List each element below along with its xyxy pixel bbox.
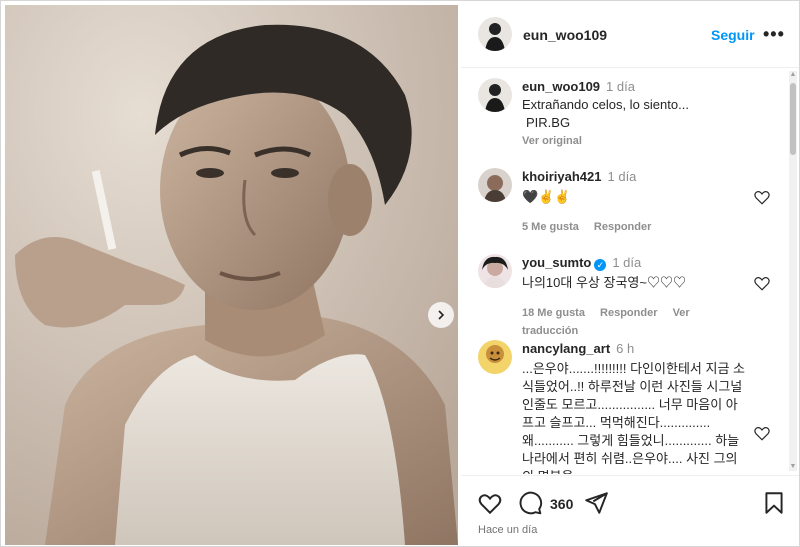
comment-text: 나의10대 우상 장국영~♡♡♡	[522, 275, 686, 290]
comment-icon[interactable]	[517, 490, 543, 516]
heart-icon[interactable]	[477, 490, 503, 516]
likes-count[interactable]: 18 Me gusta	[522, 307, 585, 319]
send-icon[interactable]	[583, 490, 609, 516]
post-image	[5, 5, 458, 545]
heart-icon[interactable]	[753, 274, 771, 292]
heart-icon[interactable]	[753, 188, 771, 206]
comments-scrollbar[interactable]: ▲ ▼	[789, 71, 797, 471]
post-timestamp: Hace un día	[478, 524, 538, 536]
post-username[interactable]: eun_woo109	[523, 27, 607, 43]
caption-time: 1 día	[606, 79, 635, 94]
post-header: eun_woo109 Seguir •••	[461, 1, 799, 68]
comments-list: eun_woo109 1 día Extrañando celos, lo sie…	[461, 68, 799, 474]
comment-meta: 18 Me gusta Responder Ver traducción	[522, 304, 746, 340]
see-original-link[interactable]: Ver original	[522, 132, 746, 150]
caption-source: PIR.BG	[526, 115, 571, 130]
post-actions: 360 Hace un día	[461, 475, 799, 546]
heart-icon[interactable]	[753, 424, 771, 442]
comment-meta: 5 Me gusta Responder	[522, 218, 746, 236]
avatar[interactable]	[478, 168, 512, 202]
scroll-thumb[interactable]	[790, 83, 796, 155]
likes-count[interactable]: 5 Me gusta	[522, 221, 579, 233]
verified-badge-icon: ✓	[594, 259, 607, 271]
comment-username[interactable]: nancylang_art	[522, 341, 610, 356]
caption-username[interactable]: eun_woo109	[522, 79, 600, 94]
reply-button[interactable]: Responder	[594, 221, 651, 233]
comment-text: 🖤✌️✌️	[522, 189, 571, 204]
comment-username[interactable]: you_sumto	[522, 255, 591, 270]
comment-username[interactable]: khoiriyah421	[522, 169, 602, 184]
avatar[interactable]	[478, 340, 512, 374]
comment-time: 1 día	[612, 255, 642, 270]
caption-text: Extrañando celos, lo siento...	[522, 97, 689, 112]
chevron-right-icon	[438, 310, 445, 320]
carousel-next-button[interactable]	[428, 302, 454, 328]
post-photo	[5, 5, 458, 545]
comment-count: 360	[550, 496, 574, 512]
scroll-up-icon[interactable]: ▲	[789, 71, 797, 79]
comment-time: 1 día	[607, 169, 637, 184]
follow-button[interactable]: Seguir	[711, 27, 755, 43]
comment-text: ...은우야.......!!!!!!!!! 다인이한테서 지금 소식들었어..…	[522, 361, 745, 474]
reply-button[interactable]: Responder	[600, 307, 657, 319]
scroll-down-icon[interactable]: ▼	[789, 463, 797, 471]
more-options-button[interactable]: •••	[763, 24, 785, 45]
post-sidebar: eun_woo109 Seguir ••• eun_woo109 1 día E…	[461, 1, 799, 546]
bookmark-icon[interactable]	[761, 490, 787, 516]
avatar[interactable]	[478, 254, 512, 288]
comment-time: 6 h	[616, 341, 635, 356]
avatar[interactable]	[478, 78, 512, 112]
post-modal: eun_woo109 Seguir ••• eun_woo109 1 día E…	[0, 0, 800, 547]
avatar[interactable]	[478, 17, 512, 51]
